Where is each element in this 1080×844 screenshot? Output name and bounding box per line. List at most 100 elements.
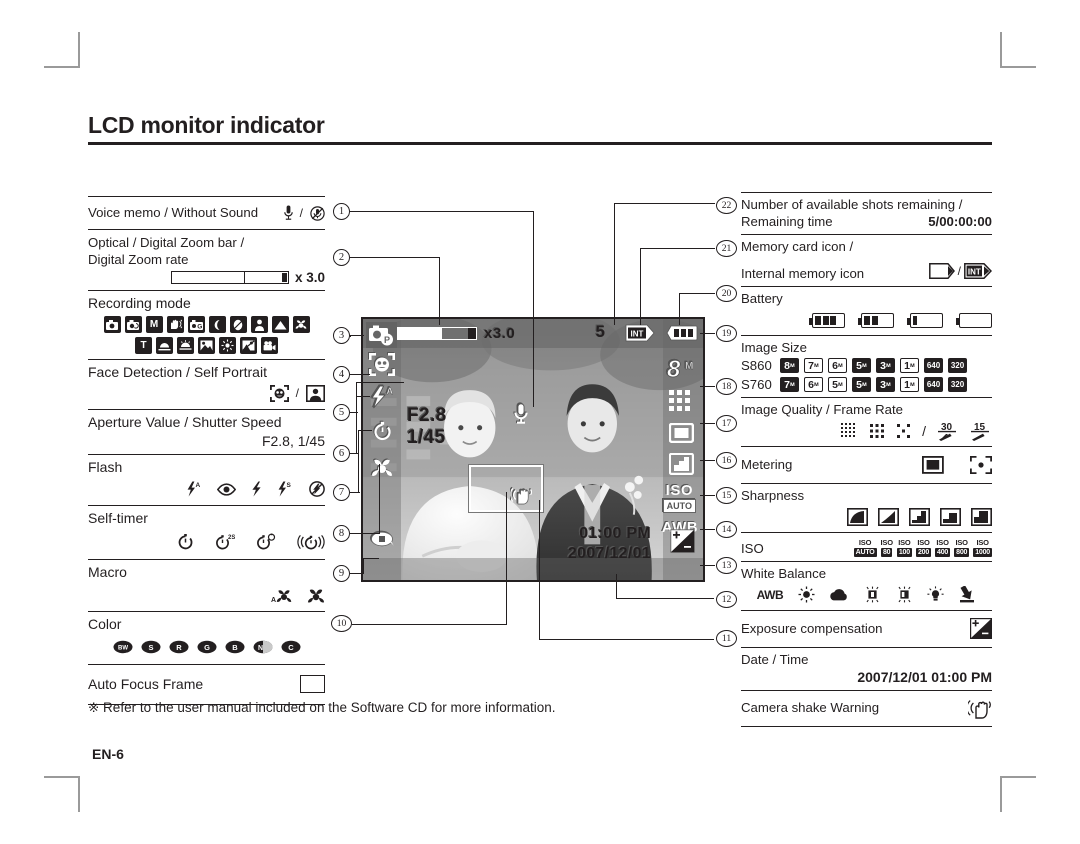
spec-row-recording-mode: Recording mode M G T xyxy=(88,290,325,359)
memory-label-1: Memory card icon / xyxy=(741,239,854,254)
internal-memory-icon: INT xyxy=(964,263,992,279)
spec-row-image-size: Image Size S860 8м 7м 6м 5м 3м 1м 640 32… xyxy=(741,335,992,397)
lcd-iso-label: ISO xyxy=(665,482,693,499)
timer-double-icon xyxy=(257,533,276,550)
timer-motion-icon xyxy=(297,535,325,550)
movie-mode-icon xyxy=(261,337,278,354)
lcd-metering-icon xyxy=(668,422,695,448)
fireworks-mode-icon xyxy=(219,337,236,354)
lcd-flash-auto-icon: A xyxy=(369,385,394,415)
callout-12: 12 xyxy=(716,591,737,608)
size-3m-icon: 3м xyxy=(876,358,895,373)
size-8m-icon: 8м xyxy=(780,358,799,373)
spot-metering-icon xyxy=(970,456,992,474)
iso-100-icon: ISO 100 xyxy=(896,538,912,557)
beach-snow-mode-icon xyxy=(240,337,257,354)
shots-remaining-value: 5/00:00:00 xyxy=(928,214,992,229)
svg-text:P: P xyxy=(383,335,389,345)
svg-text:M: M xyxy=(685,361,693,372)
size-1m-icon: 1м xyxy=(900,358,919,373)
date-time-value: 2007/12/01 01:00 PM xyxy=(857,668,992,685)
lcd-aperture: F2.8 xyxy=(407,405,447,426)
leader-line-20b xyxy=(679,293,681,325)
callout-8: 8 xyxy=(333,525,350,542)
sharpness-3-icon xyxy=(909,508,930,526)
page-title: LCD monitor indicator xyxy=(88,112,325,138)
leader-line-13 xyxy=(700,565,715,567)
battery-label: Battery xyxy=(741,291,783,306)
self-portrait-icon xyxy=(306,384,325,402)
svg-text:8: 8 xyxy=(667,356,681,381)
lcd-camera-shake-icon xyxy=(509,485,533,510)
fill-flash-icon xyxy=(252,481,261,497)
exposure-compensation-label: Exposure compensation xyxy=(741,620,883,636)
color-n-icon: N xyxy=(253,640,273,659)
svg-text:C: C xyxy=(288,642,294,651)
leader-line-18 xyxy=(700,386,715,388)
spec-row-memory: Memory card icon / Internal memory icon … xyxy=(741,234,992,286)
memory-label-2: Internal memory icon xyxy=(741,266,865,281)
close-up-mode-icon xyxy=(292,316,310,333)
svg-text:A: A xyxy=(196,482,201,489)
self-timer-icons: 2S xyxy=(88,530,325,554)
spec-row-iso: ISO ISO AUTO ISO 80 ISO 100 ISO 200 ISO 400 I… xyxy=(741,532,992,561)
size-5m-b-icon: 5м xyxy=(828,377,847,392)
left-spec-table: Voice memo / Without Sound / Optical / D… xyxy=(88,196,325,705)
svg-text:N: N xyxy=(257,644,262,651)
battery-icons xyxy=(741,309,992,331)
zoom-bar-illustration: x 3.0 xyxy=(88,270,325,285)
spec-row-self-timer: Self-timer 2S xyxy=(88,505,325,559)
leader-line-14 xyxy=(700,529,715,531)
callout-13: 13 xyxy=(716,557,737,574)
leader-line-2b xyxy=(439,257,441,325)
crop-mark-bottom-right xyxy=(1000,776,1036,812)
cloudy-icon xyxy=(830,589,847,601)
lcd-macro-icon xyxy=(370,455,394,482)
af-frame-label: Auto Focus Frame xyxy=(88,675,204,692)
fps15-icon: 15 xyxy=(971,422,989,441)
image-size-row-s760: S760 7м 6м 5м 5м 3м 1м 640 320 xyxy=(741,376,992,393)
flash-icons: A S xyxy=(88,478,325,500)
sharpness-5-icon xyxy=(971,508,992,526)
leader-line-16 xyxy=(700,460,715,462)
aperture-value: F2.8, 1/45 xyxy=(261,433,325,449)
leader-line-3b xyxy=(350,335,352,337)
crop-mark-top-left xyxy=(44,32,80,68)
size-6m-b-icon: 6м xyxy=(804,377,823,392)
spec-row-macro: Macro A xyxy=(88,559,325,611)
spec-row-face-detection: Face Detection / Self Portrait / xyxy=(88,359,325,409)
leader-line-2 xyxy=(350,257,440,259)
lcd-image-size-icon: 8M xyxy=(665,355,698,386)
leader-line-7c xyxy=(358,430,372,432)
size-1m-b-icon: 1м xyxy=(900,377,919,392)
zoom-label-line1: Optical / Digital Zoom bar / xyxy=(88,235,245,250)
model-s860-label: S860 xyxy=(741,358,772,373)
lcd-zoom-rate: x3.0 xyxy=(484,325,516,342)
color-r-icon: R xyxy=(169,640,189,659)
spec-row-image-quality: Image Quality / Frame Rate / 30 15 xyxy=(741,397,992,446)
svg-text:G: G xyxy=(204,642,210,651)
macro-label: Macro xyxy=(88,564,127,580)
image-size-label: Image Size xyxy=(741,340,807,355)
landscape-mode-icon xyxy=(271,316,289,333)
leader-line-17 xyxy=(700,423,715,425)
size-320-b-icon: 320 xyxy=(948,377,967,392)
face-detection-icons: / xyxy=(88,382,325,404)
leader-line-7b xyxy=(358,430,360,493)
size-6m-icon: 6м xyxy=(828,358,847,373)
iso-1000-icon: ISO 1000 xyxy=(973,538,992,557)
fps30-icon: 30 xyxy=(938,422,956,441)
shots-remaining-label-2: Remaining time xyxy=(741,214,833,229)
normal-icon xyxy=(897,424,911,438)
voice-memo-label: Voice memo / Without Sound xyxy=(88,205,259,220)
color-bw-icon: BW xyxy=(113,640,133,659)
callout-15: 15 xyxy=(716,487,737,504)
callout-6: 6 xyxy=(333,445,350,462)
white-balance-icons: AWB xyxy=(741,584,992,606)
svg-text:2S: 2S xyxy=(228,535,235,541)
sharpness-label: Sharpness xyxy=(741,488,805,503)
svg-text:B: B xyxy=(232,642,238,651)
text-mode-icon: T xyxy=(135,337,152,354)
spec-row-white-balance: White Balance AWB xyxy=(741,560,992,610)
af-frame-icon xyxy=(300,675,325,693)
